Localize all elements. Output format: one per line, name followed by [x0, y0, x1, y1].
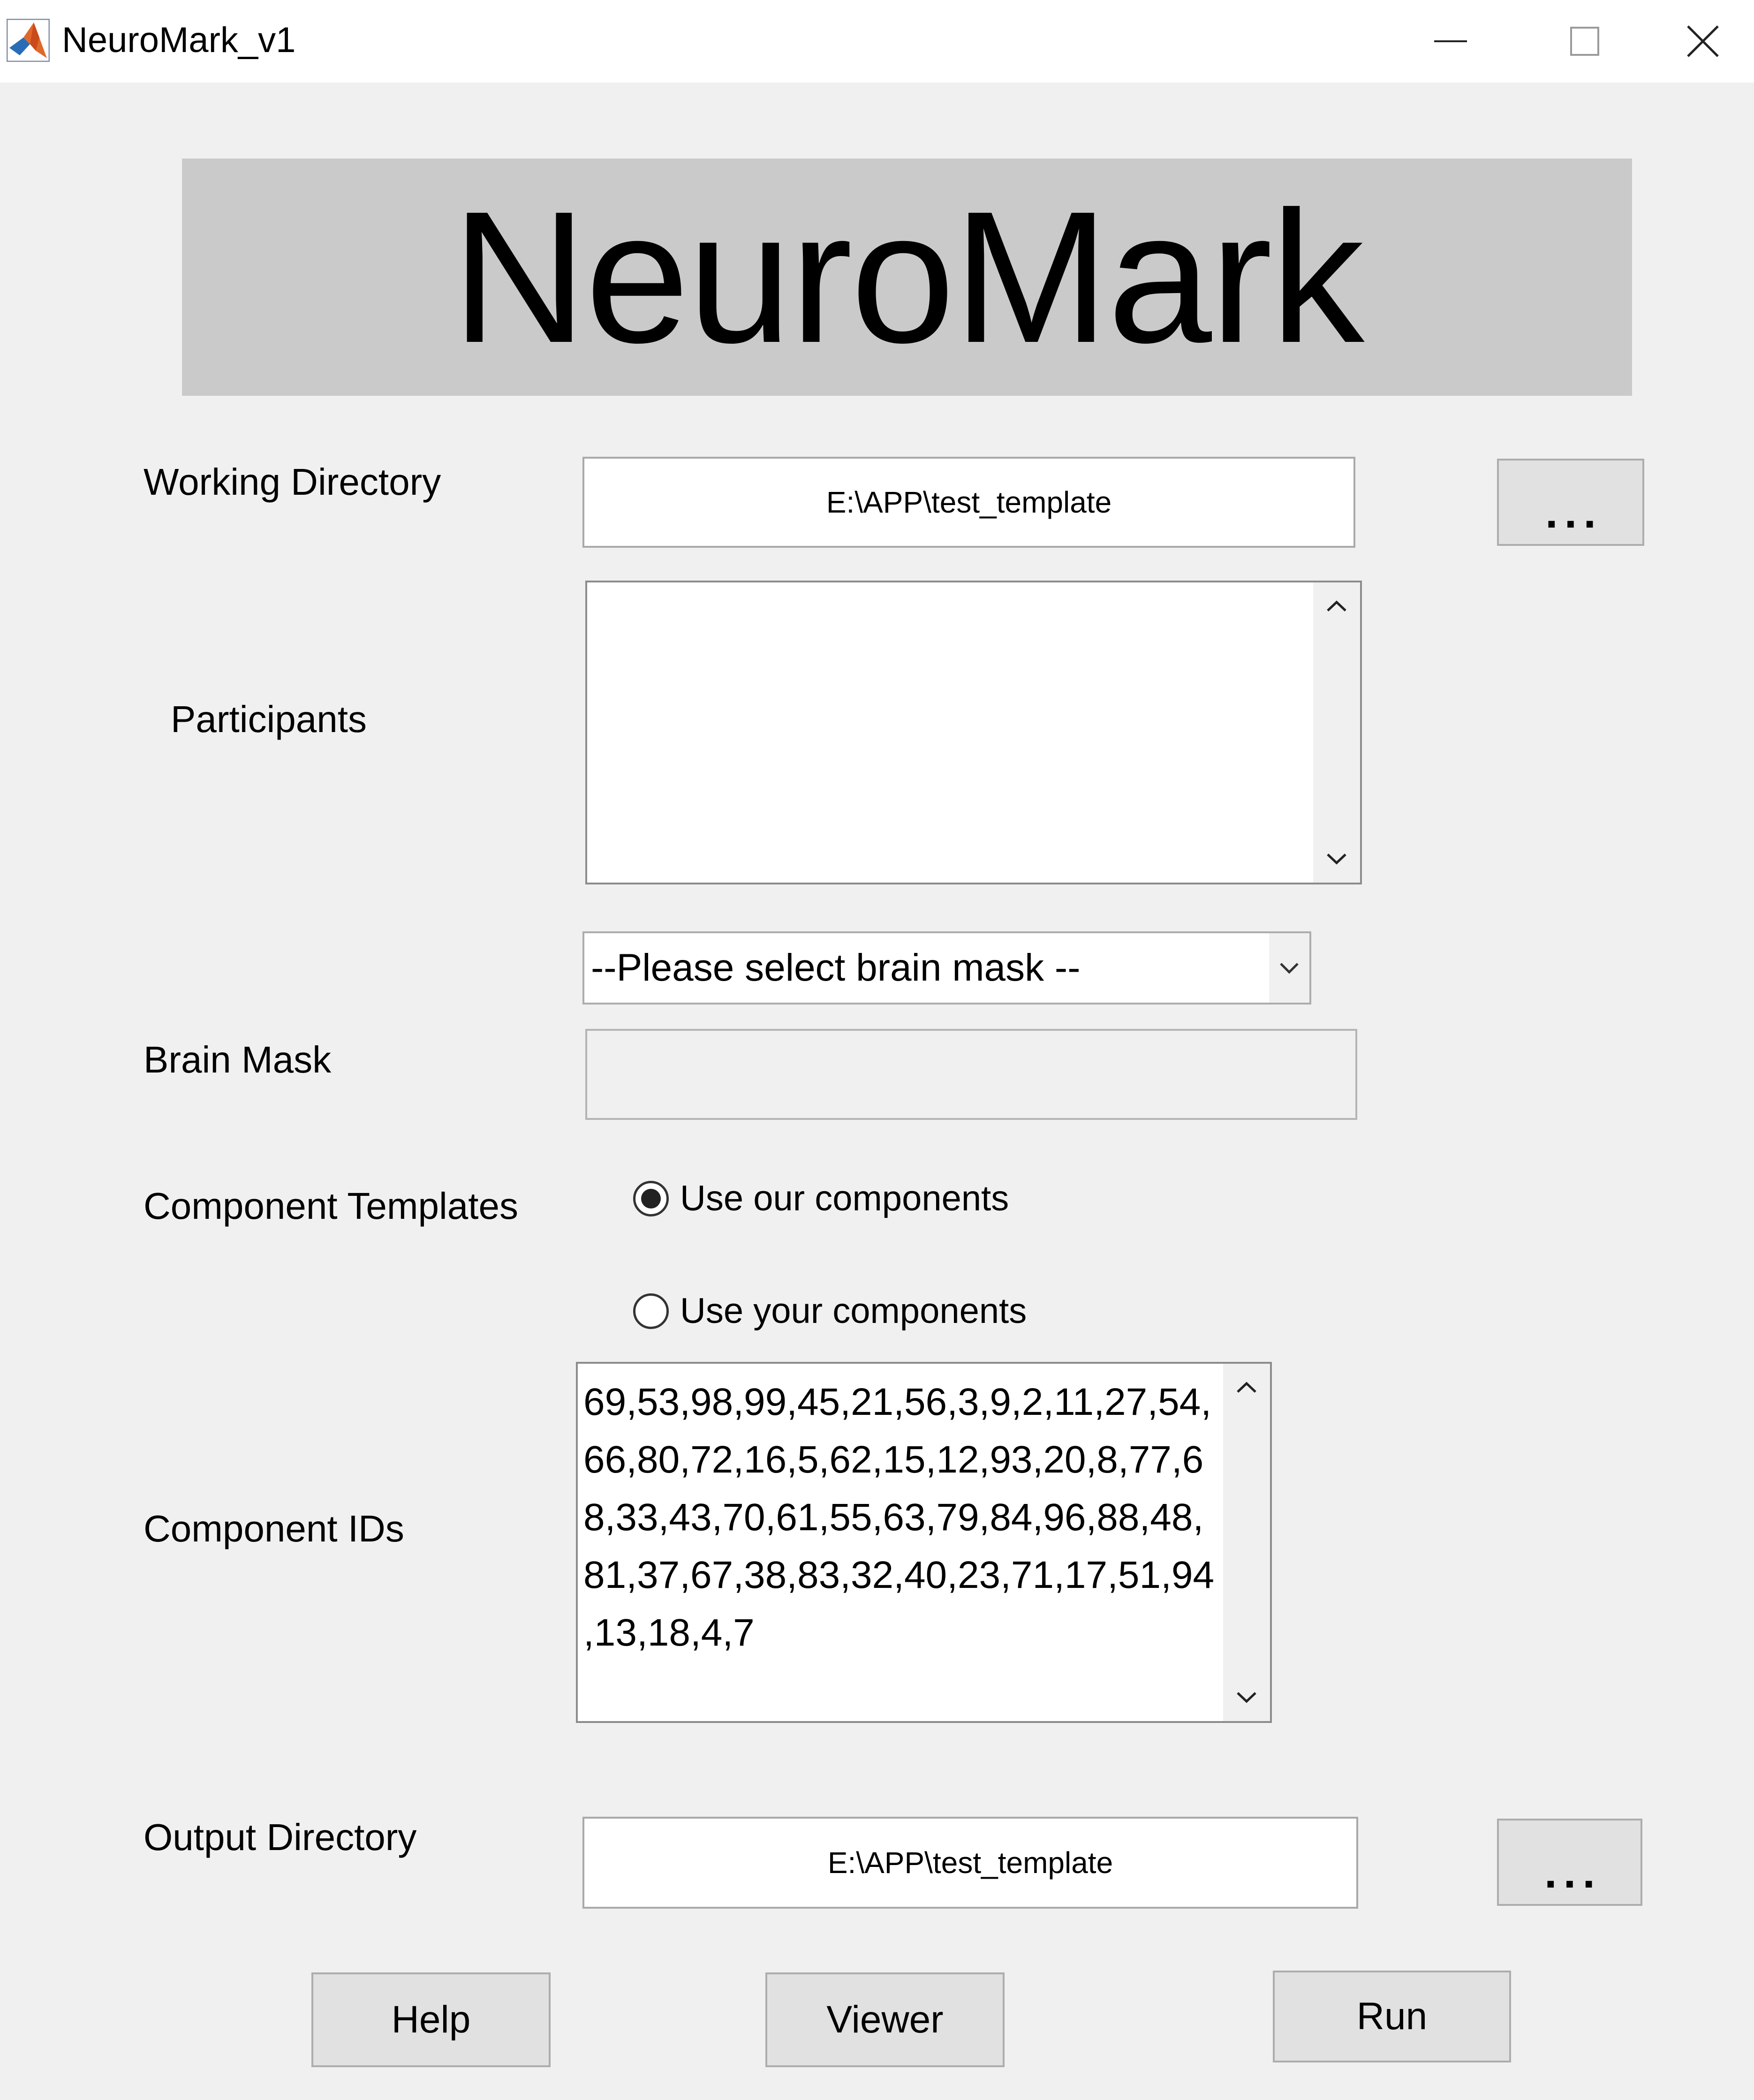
component-ids-scrollbar[interactable]	[1223, 1364, 1270, 1721]
use-our-components-radio[interactable]: Use our components	[633, 1175, 1009, 1222]
chevron-down-icon	[1280, 963, 1299, 974]
output-directory-browse-button[interactable]: ...	[1497, 1819, 1642, 1906]
component-ids-line: 66,80,72,16,5,62,15,12,93,20,8,77,6	[583, 1438, 1204, 1481]
brain-mask-dropdown[interactable]: --Please select brain mask --	[582, 931, 1311, 1005]
component-ids-textarea[interactable]: 69,53,98,99,45,21,56,3,9,2,11,27,54, 66,8…	[576, 1362, 1272, 1723]
use-your-components-radio[interactable]: Use your components	[633, 1288, 1027, 1335]
app-banner-title: NeuroMark	[451, 172, 1364, 382]
run-button-label: Run	[1356, 1995, 1428, 2038]
component-ids-line: 69,53,98,99,45,21,56,3,9,2,11,27,54,	[583, 1381, 1211, 1423]
scroll-up-button[interactable]	[1223, 1364, 1270, 1411]
working-directory-field[interactable]: E:\APP\test_template	[582, 457, 1355, 548]
radio-unchecked-icon	[633, 1293, 669, 1329]
component-ids-line: 81,37,67,38,83,32,40,23,71,17,51,94	[583, 1554, 1215, 1596]
window-title: NeuroMark_v1	[62, 20, 296, 60]
participants-scrollbar[interactable]	[1313, 582, 1360, 883]
run-button[interactable]: Run	[1273, 1971, 1511, 2062]
working-directory-browse-button[interactable]: ...	[1497, 459, 1644, 546]
use-your-components-label: Use your components	[680, 1291, 1027, 1331]
use-our-components-label: Use our components	[680, 1178, 1009, 1218]
maximize-icon	[1570, 27, 1599, 56]
matlab-icon	[6, 18, 50, 62]
component-ids-label: Component IDs	[144, 1508, 404, 1549]
component-templates-label: Component Templates	[144, 1185, 518, 1227]
maximize-button[interactable]	[1518, 0, 1652, 83]
dropdown-arrow-button[interactable]	[1269, 933, 1309, 1003]
working-directory-browse-label: ...	[1545, 487, 1603, 537]
title-bar: NeuroMark_v1	[0, 0, 1754, 83]
output-directory-value: E:\APP\test_template	[827, 1846, 1113, 1880]
minimize-button[interactable]	[1384, 0, 1518, 83]
brain-mask-label: Brain Mask	[144, 1039, 332, 1080]
component-ids-line: 8,33,43,70,61,55,63,79,84,96,88,48,	[583, 1496, 1204, 1539]
brain-mask-path-field[interactable]	[585, 1029, 1357, 1120]
participants-listbox[interactable]	[585, 581, 1362, 884]
component-ids-text: 69,53,98,99,45,21,56,3,9,2,11,27,54, 66,8…	[583, 1373, 1214, 1662]
help-button[interactable]: Help	[311, 1972, 551, 2067]
scroll-down-button[interactable]	[1223, 1674, 1270, 1721]
app-banner: NeuroMark	[182, 159, 1632, 396]
brain-mask-dropdown-value: --Please select brain mask --	[591, 946, 1081, 989]
chevron-up-icon	[1237, 1382, 1256, 1393]
minimize-icon	[1434, 40, 1467, 42]
viewer-button-label: Viewer	[826, 1998, 944, 2041]
component-ids-line: ,13,18,4,7	[583, 1611, 755, 1654]
participants-label: Participants	[171, 698, 367, 740]
scroll-up-button[interactable]	[1313, 582, 1360, 629]
chevron-down-icon	[1237, 1692, 1256, 1703]
output-directory-browse-label: ...	[1544, 1847, 1602, 1897]
help-button-label: Help	[391, 1998, 471, 2041]
viewer-button[interactable]: Viewer	[765, 1972, 1005, 2067]
scroll-down-button[interactable]	[1313, 836, 1360, 883]
output-directory-label: Output Directory	[144, 1816, 417, 1858]
working-directory-value: E:\APP\test_template	[826, 485, 1112, 519]
chevron-up-icon	[1327, 600, 1346, 612]
radio-checked-icon	[633, 1181, 669, 1216]
chevron-down-icon	[1327, 854, 1346, 865]
close-button[interactable]	[1652, 0, 1754, 83]
output-directory-field[interactable]: E:\APP\test_template	[582, 1817, 1358, 1909]
working-directory-label: Working Directory	[144, 461, 441, 503]
close-icon	[1687, 25, 1719, 57]
